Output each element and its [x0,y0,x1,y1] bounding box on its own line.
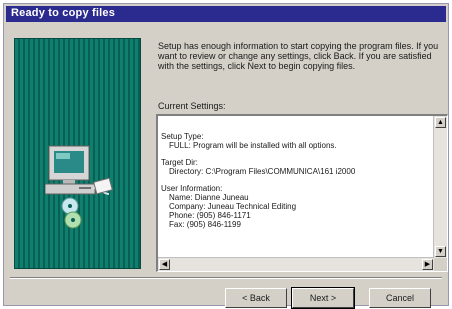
target-dir-heading: Target Dir: [161,158,198,167]
target-dir-value: Directory: C:\Program Files\COMMUNICA\16… [169,167,356,176]
side-banner [14,38,141,269]
cancel-button[interactable]: Cancel [369,288,431,308]
intro-text: Setup has enough information to start co… [158,41,439,71]
user-name: Name: Dianne Juneau [169,193,249,202]
title-bar[interactable]: Ready to copy files [6,6,446,22]
setup-dialog: Ready to copy files Setup has enough inf… [3,3,449,309]
current-settings-textbox[interactable]: Setup Type: FULL: Program will be instal… [156,114,448,272]
window-title: Ready to copy files [11,7,116,19]
setup-type-value: FULL: Program will be installed with all… [169,141,337,150]
next-button[interactable]: Next > [291,287,355,309]
user-info-heading: User Information: [161,184,223,193]
computer-with-cd-icon [45,145,113,229]
vertical-scrollbar[interactable]: ▲ ▼ [433,116,447,258]
user-company: Company: Juneau Technical Editing [169,202,297,211]
scrollbar-corner [434,258,447,271]
arrow-left-icon[interactable]: ◀ [159,259,170,270]
arrow-down-icon[interactable]: ▼ [435,246,446,257]
back-button[interactable]: < Back [225,288,287,308]
user-phone: Phone: (905) 846-1171 [169,211,251,220]
user-fax: Fax: (905) 846-1199 [169,220,241,229]
setup-type-heading: Setup Type: [161,132,204,141]
current-settings-content: Setup Type: FULL: Program will be instal… [161,132,429,237]
button-divider [10,277,442,279]
arrow-up-icon[interactable]: ▲ [435,117,446,128]
arrow-right-icon[interactable]: ▶ [422,259,433,270]
horizontal-scrollbar[interactable]: ◀ ▶ [158,257,434,271]
current-settings-label: Current Settings: [158,101,226,111]
